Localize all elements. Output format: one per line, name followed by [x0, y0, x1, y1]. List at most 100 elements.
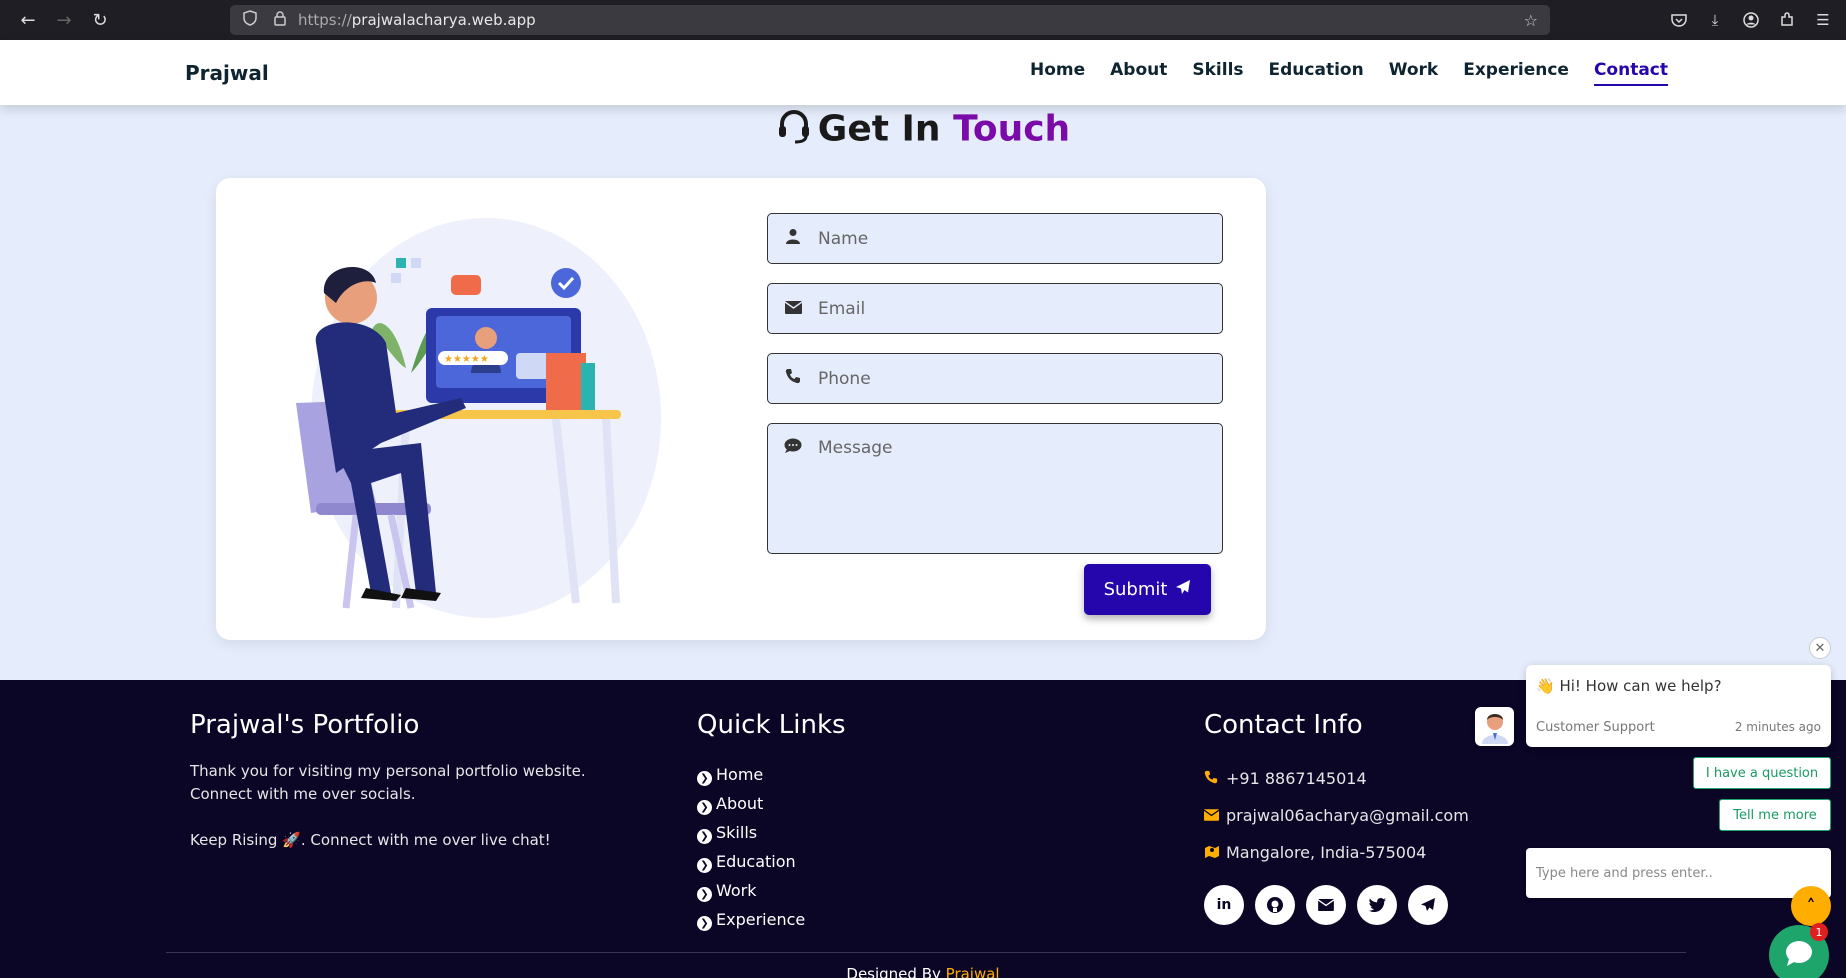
phone-placeholder: Phone — [818, 368, 871, 389]
quick-link-label: Skills — [716, 823, 758, 842]
chat-timestamp: 2 minutes ago — [1734, 720, 1821, 734]
name-placeholder: Name — [818, 228, 869, 249]
pocket-icon[interactable] — [1664, 5, 1694, 35]
chevron-right-icon: ❯ — [697, 916, 712, 931]
site-header: Prajwal Home About Skills Education Work… — [0, 40, 1846, 105]
quick-link-experience[interactable]: ❯ Experience — [697, 905, 846, 934]
footer-address: Mangalore, India-575004 — [1204, 834, 1469, 871]
footer-email: prajwal06acharya@gmail.com — [1203, 797, 1469, 834]
nav-about[interactable]: About — [1110, 60, 1167, 86]
phone-field[interactable]: Phone — [767, 353, 1223, 404]
chevron-up-icon: ˄ — [1806, 895, 1816, 917]
map-marker-icon — [1204, 834, 1226, 871]
extensions-icon[interactable] — [1772, 5, 1802, 35]
contact-illustration: ★★★★★ — [276, 203, 676, 623]
social-links: in — [1204, 885, 1469, 925]
quick-reply-more-button[interactable]: Tell me more — [1719, 799, 1831, 831]
chat-close-icon[interactable]: ✕ — [1809, 637, 1831, 659]
download-icon[interactable]: ⤓ — [1700, 5, 1730, 35]
chat-agent-name: Customer Support — [1536, 720, 1655, 735]
chat-message: 👋 Hi! How can we help? — [1536, 677, 1722, 695]
shield-icon[interactable] — [240, 10, 260, 30]
quick-reply-question-button[interactable]: I have a question — [1693, 757, 1831, 789]
nav-education[interactable]: Education — [1269, 60, 1364, 86]
mail-icon[interactable] — [1306, 885, 1346, 925]
email-placeholder: Email — [818, 298, 866, 319]
footer-portfolio-text2: Keep Rising 🚀. Connect with me over live… — [190, 831, 551, 849]
quick-links-list: ❯ Home ❯ About ❯ Skills ❯ Education ❯ Work ❯ E… — [697, 760, 846, 934]
lock-icon[interactable] — [270, 10, 290, 30]
comment-icon — [768, 438, 818, 459]
envelope-icon — [768, 299, 818, 319]
brand-logo[interactable]: Prajwal — [185, 61, 269, 85]
browser-nav: ← → ↻ — [10, 2, 118, 38]
quick-link-label: Education — [716, 852, 796, 871]
footer-quick-links: Quick Links ❯ Home ❯ About ❯ Skills ❯ Educat… — [697, 710, 846, 934]
contact-info-title: Contact Info — [1204, 710, 1363, 740]
main-nav: Home About Skills Education Work Experie… — [1030, 60, 1668, 86]
footer-address-text: Mangalore, India-575004 — [1226, 843, 1427, 862]
account-icon[interactable] — [1736, 5, 1766, 35]
nav-experience[interactable]: Experience — [1463, 60, 1569, 86]
chevron-right-icon: ❯ — [697, 771, 712, 786]
quick-link-label: Experience — [716, 910, 806, 929]
name-field[interactable]: Name — [767, 213, 1223, 264]
nav-skills[interactable]: Skills — [1192, 60, 1243, 86]
forward-icon[interactable]: → — [46, 2, 82, 38]
paper-plane-icon — [1175, 579, 1191, 600]
footer-portfolio-text1: Thank you for visiting my personal portf… — [190, 762, 586, 803]
telegram-icon[interactable] — [1408, 885, 1448, 925]
chat-input[interactable]: Type here and press enter.. — [1526, 848, 1831, 898]
quick-link-label: Home — [716, 765, 764, 784]
footer-phone: +91 8867145014 — [1204, 760, 1469, 797]
heading-part2: Touch — [953, 108, 1071, 150]
chevron-right-icon: ❯ — [697, 800, 712, 815]
envelope-icon — [1203, 797, 1226, 834]
heading-part1: Get In — [817, 108, 941, 150]
browser-actions: ⤓ ☰ — [1664, 0, 1838, 40]
phone-icon — [1204, 760, 1226, 797]
footer-portfolio-title: Prajwal's Portfolio — [190, 710, 420, 740]
quick-link-about[interactable]: ❯ About — [697, 789, 846, 818]
footer-credit: Designed By Prajwal — [0, 965, 1846, 978]
quick-link-skills[interactable]: ❯ Skills — [697, 818, 846, 847]
user-icon — [768, 228, 818, 249]
credit-prefix: Designed By — [846, 965, 941, 978]
quick-link-home[interactable]: ❯ Home — [697, 760, 846, 789]
section-heading: Get In Touch — [0, 108, 1846, 153]
github-icon[interactable] — [1255, 885, 1295, 925]
svg-text:★★★★★: ★★★★★ — [444, 354, 489, 365]
twitter-icon[interactable] — [1357, 885, 1397, 925]
message-field[interactable]: Message — [767, 423, 1223, 554]
chevron-right-icon: ❯ — [697, 887, 712, 902]
bookmark-star-icon[interactable]: ☆ — [1524, 11, 1538, 30]
footer-email-text: prajwal06acharya@gmail.com — [1226, 806, 1469, 825]
quick-link-label: Work — [716, 881, 757, 900]
footer-phone-text: +91 8867145014 — [1226, 769, 1367, 788]
url-text: https://prajwalacharya.web.app — [298, 11, 536, 29]
unread-badge: 1 — [1810, 923, 1828, 941]
email-field[interactable]: Email — [767, 283, 1223, 334]
menu-icon[interactable]: ☰ — [1808, 5, 1838, 35]
quick-link-work[interactable]: ❯ Work — [697, 876, 846, 905]
quick-links-title: Quick Links — [697, 710, 846, 740]
nav-work[interactable]: Work — [1389, 60, 1439, 86]
submit-button[interactable]: Submit — [1084, 564, 1211, 615]
nav-contact[interactable]: Contact — [1593, 60, 1668, 86]
linkedin-icon[interactable]: in — [1204, 885, 1244, 925]
scroll-top-button[interactable]: ˄ — [1791, 886, 1831, 926]
footer-contact-info: Contact Info +91 8867145014 prajwal06ach… — [1203, 710, 1469, 925]
chevron-right-icon: ❯ — [697, 858, 712, 873]
credit-name[interactable]: Prajwal — [946, 965, 1000, 978]
url-prefix: https:// — [298, 11, 352, 29]
footer-about: Prajwal's Portfolio Thank you for visiti… — [190, 710, 650, 852]
back-icon[interactable]: ← — [10, 2, 46, 38]
contact-card: ★★★★★ Name Email Phone Message Submit — [216, 178, 1266, 640]
quick-link-education[interactable]: ❯ Education — [697, 847, 846, 876]
browser-toolbar: ← → ↻ https://prajwalacharya.web.app ☆ ⤓… — [0, 0, 1846, 40]
reload-icon[interactable]: ↻ — [82, 2, 118, 38]
nav-home[interactable]: Home — [1030, 60, 1085, 86]
phone-icon — [768, 368, 818, 389]
address-bar[interactable]: https://prajwalacharya.web.app ☆ — [230, 5, 1550, 35]
message-placeholder: Message — [818, 438, 893, 458]
